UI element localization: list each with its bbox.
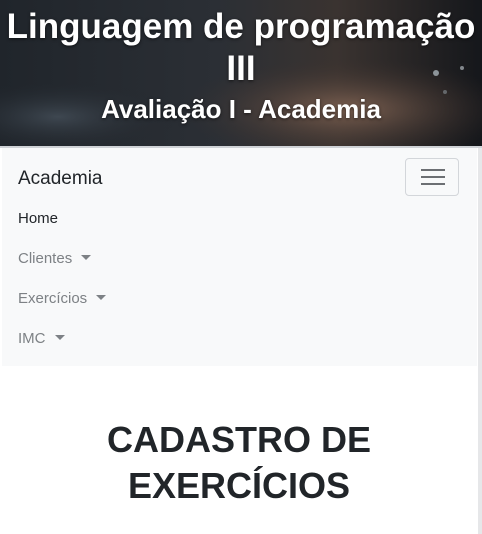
nav-item-home[interactable]: Home (18, 210, 58, 227)
nav-item-imc[interactable]: IMC (18, 330, 65, 347)
hero-text: Linguagem de programação III Avaliação I… (0, 0, 482, 126)
nav-item-label: Exercícios (18, 290, 88, 307)
navbar-toggler-button[interactable] (405, 158, 459, 196)
navbar: Academia Home Clientes Exercícios IMC (2, 148, 477, 366)
caret-down-icon (96, 295, 107, 300)
nav-item-label: IMC (18, 330, 46, 347)
nav-item-clientes[interactable]: Clientes (18, 250, 92, 267)
page-title: Linguagem de programação III (6, 7, 476, 88)
page: Linguagem de programação III Avaliação I… (0, 0, 482, 534)
page-subtitle: Avaliação I - Academia (101, 94, 381, 124)
nav-item-label: Home (18, 210, 59, 227)
main-heading: CADASTRO DE EXERCÍCIOS (106, 419, 371, 506)
scroll-edge (478, 148, 482, 534)
nav-item-label: Clientes (18, 250, 73, 267)
caret-down-icon (81, 255, 92, 260)
caret-down-icon (54, 335, 65, 340)
nav-item-exercicios[interactable]: Exercícios (18, 290, 107, 307)
navbar-brand[interactable]: Academia (18, 168, 103, 190)
hero-banner: Linguagem de programação III Avaliação I… (0, 0, 482, 146)
